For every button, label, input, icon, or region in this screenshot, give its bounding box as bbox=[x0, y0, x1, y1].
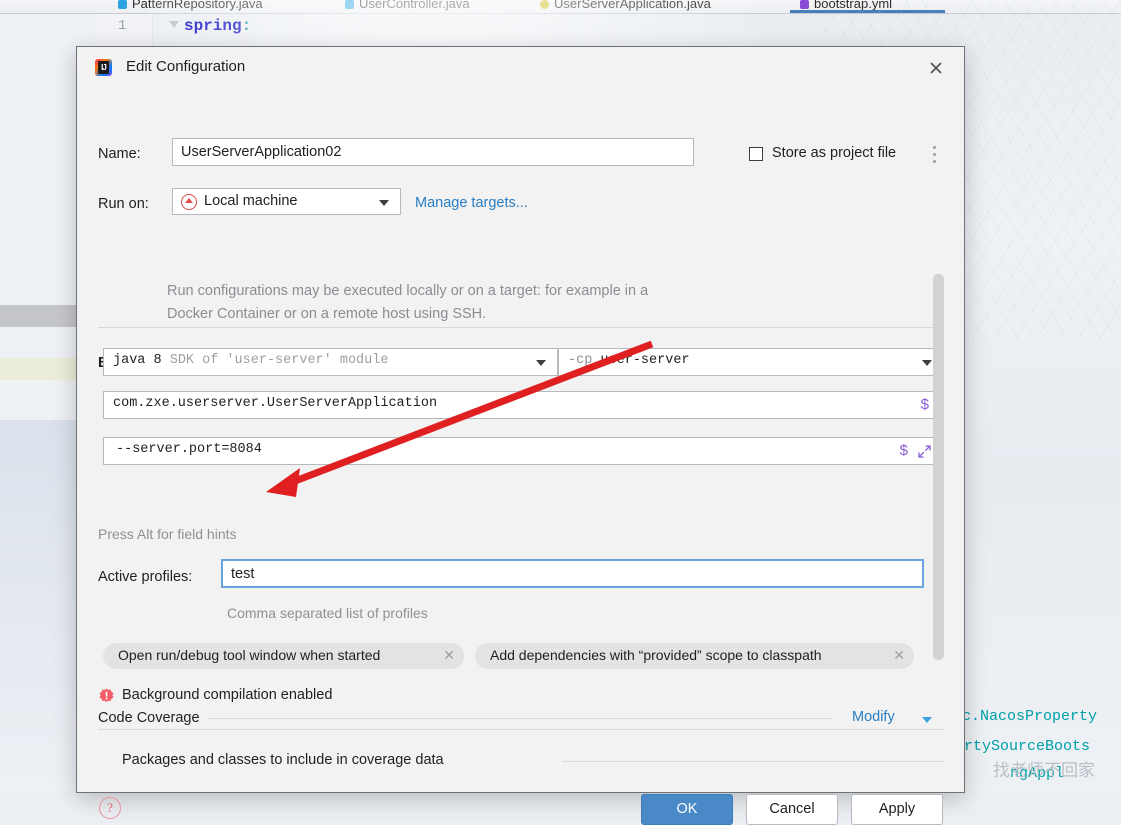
run-on-value: Local machine bbox=[204, 193, 298, 209]
classpath-module: user-server bbox=[600, 353, 690, 368]
intellij-idea-icon: IJ bbox=[95, 59, 112, 76]
editor-tab-label: UserServerApplication.java bbox=[554, 0, 711, 11]
store-as-project-file-checkbox[interactable] bbox=[749, 147, 763, 161]
expand-editor-icon[interactable] bbox=[917, 444, 932, 459]
active-profiles-input[interactable] bbox=[221, 559, 924, 588]
editor-tab-0[interactable]: PatternRepository.java bbox=[118, 0, 263, 11]
program-arguments-field[interactable]: --server.port=8084 $ bbox=[103, 437, 944, 465]
apply-button[interactable]: Apply bbox=[851, 794, 943, 825]
home-icon bbox=[181, 194, 197, 210]
run-on-label: Run on: bbox=[98, 196, 149, 212]
yaml-file-icon bbox=[800, 0, 809, 9]
editor-tab-1[interactable]: UserController.java bbox=[345, 0, 470, 11]
chevron-down-icon bbox=[922, 360, 932, 366]
chevron-down-icon bbox=[536, 360, 546, 366]
active-profiles-label: Active profiles: bbox=[98, 569, 193, 585]
name-input[interactable] bbox=[172, 138, 694, 166]
program-arguments-value: --server.port=8084 bbox=[116, 442, 262, 457]
help-icon[interactable]: ? bbox=[99, 797, 121, 819]
main-class-value: com.zxe.userserver.UserServerApplication bbox=[113, 396, 438, 411]
run-on-dropdown[interactable]: Local machine bbox=[172, 188, 401, 215]
background-decoration-band bbox=[0, 358, 76, 380]
console-line: ertySourceBoots bbox=[955, 738, 1091, 755]
editor-tab-label: UserController.java bbox=[359, 0, 470, 11]
cancel-button[interactable]: Cancel bbox=[746, 794, 838, 825]
ok-button[interactable]: OK bbox=[641, 794, 733, 825]
editor-tab-label: PatternRepository.java bbox=[132, 0, 263, 11]
classpath-value: -cp user-server bbox=[568, 353, 690, 368]
dialog-scrollbar-thumb[interactable] bbox=[933, 274, 944, 660]
store-as-project-file-label: Store as project file bbox=[772, 145, 897, 161]
warning-badge-icon bbox=[99, 688, 114, 703]
code-coverage-modify-link[interactable]: Modify bbox=[852, 709, 895, 725]
editor-tab-active-indicator bbox=[790, 10, 945, 13]
file-icon bbox=[118, 0, 127, 9]
option-chip-label: Open run/debug tool window when started bbox=[118, 647, 381, 663]
editor-code-line: spring: bbox=[184, 17, 251, 35]
option-chip-open-run-debug-window[interactable]: Open run/debug tool window when started … bbox=[103, 643, 464, 669]
editor-line-number: 1 bbox=[118, 18, 127, 34]
background-decoration-band bbox=[0, 305, 76, 327]
dollar-macro-icon[interactable]: $ bbox=[921, 396, 929, 413]
packages-rule bbox=[562, 761, 944, 762]
yaml-key: spring bbox=[184, 17, 242, 35]
classpath-module-dropdown[interactable]: -cp user-server bbox=[558, 348, 944, 376]
main-class-field[interactable]: com.zxe.userserver.UserServerApplication… bbox=[103, 391, 944, 419]
section-divider bbox=[98, 729, 944, 730]
manage-targets-link[interactable]: Manage targets... bbox=[415, 195, 528, 211]
name-label: Name: bbox=[98, 146, 141, 162]
option-chip-label: Add dependencies with “provided” scope t… bbox=[490, 647, 822, 663]
kebab-menu-icon[interactable] bbox=[927, 142, 941, 166]
close-icon[interactable] bbox=[926, 58, 946, 78]
jre-sdk-version: java 8 bbox=[113, 353, 162, 368]
jre-sdk-dropdown[interactable]: java 8 SDK of 'user-server' module bbox=[103, 348, 558, 376]
packages-to-include-label: Packages and classes to include in cover… bbox=[122, 752, 452, 768]
run-on-description: Run configurations may be executed local… bbox=[167, 283, 649, 322]
alt-hint-text: Press Alt for field hints bbox=[98, 526, 237, 542]
dialog-scrollbar-track[interactable] bbox=[933, 274, 944, 660]
classpath-prefix: -cp bbox=[568, 353, 593, 368]
active-profiles-hint: Comma separated list of profiles bbox=[227, 605, 428, 621]
spring-bean-icon bbox=[540, 0, 549, 9]
yaml-colon: : bbox=[241, 17, 252, 35]
jre-sdk-value: java 8 SDK of 'user-server' module bbox=[113, 353, 388, 368]
dollar-macro-icon[interactable]: $ bbox=[900, 442, 908, 459]
editor-tab-strip[interactable]: PatternRepository.java UserController.ja… bbox=[0, 0, 1121, 14]
jre-sdk-origin: SDK of 'user-server' module bbox=[169, 353, 389, 368]
file-icon bbox=[345, 0, 354, 9]
editor-tab-2[interactable]: UserServerApplication.java bbox=[540, 0, 711, 11]
section-divider bbox=[98, 327, 944, 328]
chevron-down-icon bbox=[379, 200, 389, 206]
code-coverage-rule bbox=[207, 718, 832, 719]
close-icon[interactable]: ✕ bbox=[443, 647, 455, 664]
code-fold-icon[interactable] bbox=[169, 21, 179, 28]
dialog-title: Edit Configuration bbox=[126, 58, 246, 75]
edit-configuration-dialog: IJ Edit Configuration Name: Store as pro… bbox=[76, 46, 965, 825]
option-chip-provided-scope[interactable]: Add dependencies with “provided” scope t… bbox=[475, 643, 914, 669]
close-icon[interactable]: ✕ bbox=[893, 647, 905, 664]
console-line: c.NacosProperty bbox=[962, 708, 1098, 725]
chevron-down-icon[interactable] bbox=[922, 717, 932, 723]
dialog-titlebar: IJ Edit Configuration bbox=[77, 47, 964, 88]
background-compilation-label: Background compilation enabled bbox=[122, 687, 333, 703]
watermark-text-cn: 找老师不回家 bbox=[993, 761, 1095, 781]
code-coverage-heading: Code Coverage bbox=[98, 710, 208, 726]
dialog-body: Name: Store as project file Run on: Loca… bbox=[77, 88, 964, 825]
